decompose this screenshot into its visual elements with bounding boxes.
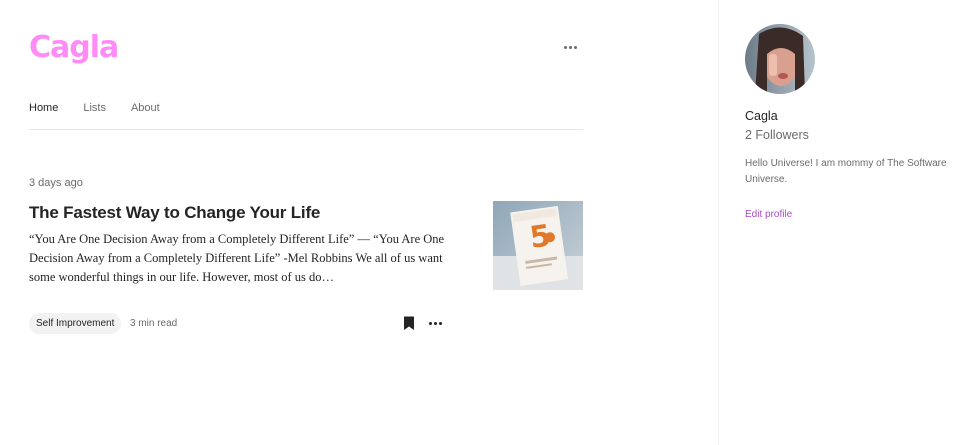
dot — [563, 45, 567, 49]
avatar[interactable] — [745, 24, 815, 94]
blog-title[interactable]: Cagla — [29, 30, 119, 65]
tag-chip[interactable]: Self Improvement — [29, 313, 122, 334]
avatar-photo — [745, 24, 815, 94]
profile-bio: Hello Universe! I am mommy of The Softwa… — [745, 158, 947, 185]
post-excerpt[interactable]: “You Are One Decision Away from a Comple… — [29, 230, 449, 287]
profile-name[interactable]: Cagla — [745, 109, 778, 123]
dot — [428, 321, 432, 325]
more-options-button[interactable] — [560, 38, 580, 56]
read-time: 3 min read — [130, 318, 178, 329]
post-title[interactable]: The Fastest Way to Change Your Life — [29, 203, 320, 223]
dot — [573, 45, 577, 49]
book-cover-image: 5 — [493, 201, 583, 290]
sidebar-divider — [718, 0, 719, 445]
bookmark-glyph — [404, 316, 414, 330]
tabs-divider — [29, 129, 583, 130]
tab-about[interactable]: About — [131, 102, 160, 114]
tab-lists[interactable]: Lists — [83, 102, 106, 114]
dot — [433, 321, 437, 325]
tab-home[interactable]: Home — [29, 102, 58, 114]
dot — [568, 45, 572, 49]
post-thumbnail[interactable]: 5 — [493, 201, 583, 290]
more-icon[interactable] — [426, 315, 444, 331]
followers-count[interactable]: 2 Followers — [745, 128, 809, 142]
dot — [438, 321, 442, 325]
bookmark-icon[interactable] — [403, 316, 415, 331]
post-date: 3 days ago — [29, 177, 83, 189]
profile-tabs: Home Lists About — [29, 102, 185, 114]
main-column: Cagla Home Lists About 3 days ago The Fa… — [0, 0, 718, 445]
edit-profile-link[interactable]: Edit profile — [745, 209, 792, 220]
